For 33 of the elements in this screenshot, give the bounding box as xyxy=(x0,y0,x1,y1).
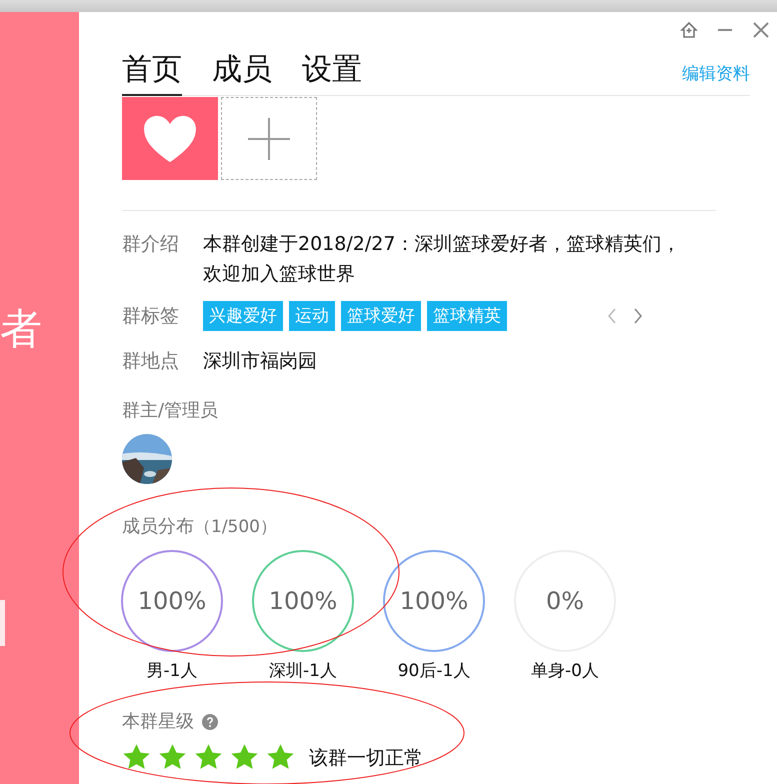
percentage-ring: 100% xyxy=(383,550,485,652)
section-title: 群主/管理员 xyxy=(122,399,218,423)
status-text: 该群一切正常 xyxy=(309,746,423,770)
field-label: 群介绍 xyxy=(122,232,180,257)
close-icon[interactable] xyxy=(751,20,771,40)
section-title: 本群星级 xyxy=(122,710,194,734)
field-value: 深圳市福岗园 xyxy=(203,349,318,374)
tag[interactable]: 运动 xyxy=(289,301,335,331)
field-label: 群地点 xyxy=(122,349,180,374)
tag[interactable]: 篮球爱好 xyxy=(341,301,421,331)
tag[interactable]: 篮球精英 xyxy=(427,301,507,331)
add-photo-button[interactable] xyxy=(221,97,317,180)
percentage-ring: 0% xyxy=(514,550,616,652)
section-title: 成员分布 xyxy=(122,515,194,539)
ring-label: 90后-1人 xyxy=(398,660,470,683)
heart-icon xyxy=(142,114,198,164)
help-icon[interactable] xyxy=(202,714,218,730)
percentage-ring: 100% xyxy=(252,550,354,652)
tab[interactable]: 成员 xyxy=(212,50,272,96)
field-label: 群标签 xyxy=(122,304,180,329)
home-icon[interactable] xyxy=(679,20,699,40)
member-count: （1/500） xyxy=(194,516,277,539)
chevron-right-icon[interactable] xyxy=(633,308,643,324)
ring-label: 单身-0人 xyxy=(531,660,599,683)
ring-label: 男-1人 xyxy=(146,660,198,683)
chevron-left-icon[interactable] xyxy=(607,308,617,324)
field-value: 本群创建于2018/2/27：深圳篮球爱好者，篮球精英们，欢迎加入篮球世界 xyxy=(203,232,682,287)
tab[interactable]: 设置 xyxy=(302,50,362,96)
edit-profile-link[interactable]: 编辑资料 xyxy=(682,62,750,95)
group-name-text: 者 xyxy=(0,308,42,350)
tag[interactable]: 兴趣爱好 xyxy=(203,301,283,331)
percentage-ring: 100% xyxy=(121,550,223,652)
ring-label: 深圳-1人 xyxy=(269,660,337,683)
